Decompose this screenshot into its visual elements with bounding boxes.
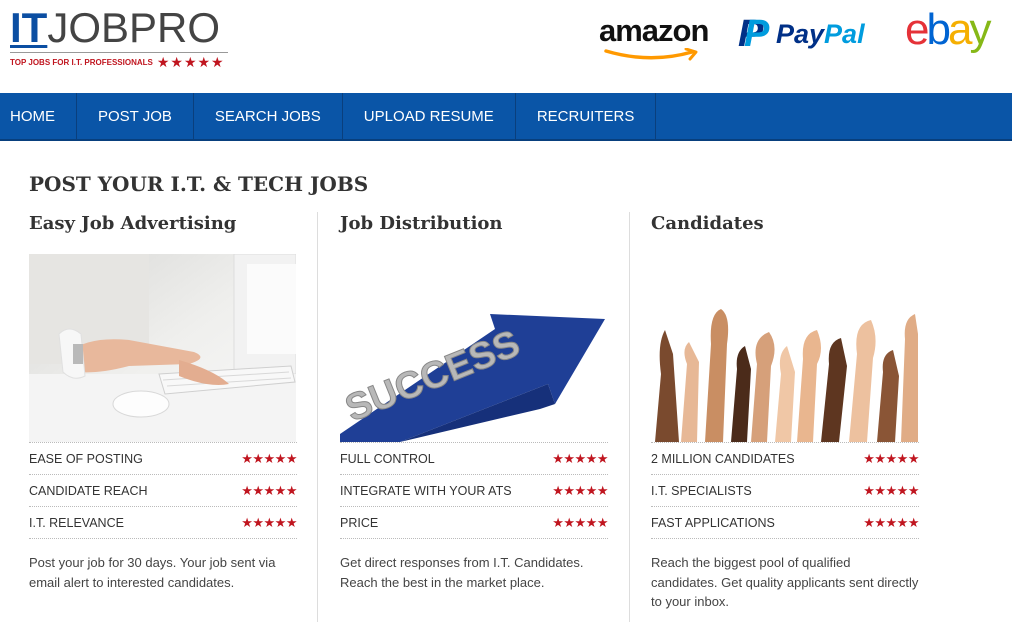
site-logo[interactable]: ITJOBPRO TOP JOBS FOR I.T. PROFESSIONALS… xyxy=(10,6,228,70)
rating-stars-icon: ★★★★★ xyxy=(863,514,919,530)
feature-list: FULL CONTROL ★★★★★ INTEGRATE WITH YOUR AT… xyxy=(340,442,608,538)
paypal-logo[interactable]: PP PayPal xyxy=(738,15,865,53)
feature-label: PRICE xyxy=(340,515,379,530)
logo-tagline: TOP JOBS FOR I.T. PROFESSIONALS xyxy=(10,57,153,67)
nav-recruiters-label: RECRUITERS xyxy=(536,107,635,125)
paypal-mark-icon: PP xyxy=(738,13,770,55)
rating-stars-icon: ★★★★★ xyxy=(241,482,297,498)
rating-stars-icon: ★★★★★ xyxy=(552,482,608,498)
logo-wordmark: ITJOBPRO xyxy=(10,6,228,50)
nav-search-jobs-label: SEARCH JOBS xyxy=(214,107,321,125)
column-description: Reach the biggest pool of qualified cand… xyxy=(651,538,919,612)
feature-list: 2 MILLION CANDIDATES ★★★★★ I.T. SPECIALIS… xyxy=(651,442,919,538)
feature-label: 2 MILLION CANDIDATES xyxy=(651,451,795,466)
column-description: Get direct responses from I.T. Candidate… xyxy=(340,538,608,592)
logo-tagline-row: TOP JOBS FOR I.T. PROFESSIONALS ★★★★★ xyxy=(10,54,228,70)
feature-row: 2 MILLION CANDIDATES ★★★★★ xyxy=(651,442,919,474)
feature-column-advertising: Easy Job Advertising EASE OF POSTING ★★★★… xyxy=(29,210,297,592)
ebay-logo[interactable]: ebay xyxy=(905,5,991,54)
logo-divider xyxy=(10,52,228,53)
ebay-letter-b: b xyxy=(926,5,951,54)
rating-stars-icon: ★★★★★ xyxy=(552,514,608,530)
rating-stars-icon: ★★★★★ xyxy=(241,450,297,466)
feature-row: I.T. RELEVANCE ★★★★★ xyxy=(29,506,297,538)
ebay-letter-a: a xyxy=(947,5,973,54)
main-nav: HOME POST JOB SEARCH JOBS UPLOAD RESUME … xyxy=(0,93,1012,141)
feature-column-candidates: Candidates 2 MILLION CANDIDATES ★★★★★ I.T… xyxy=(651,210,919,612)
feature-row: PRICE ★★★★★ xyxy=(340,506,608,538)
feature-label: FULL CONTROL xyxy=(340,451,435,466)
column-divider xyxy=(629,212,630,622)
logo-it: IT xyxy=(10,4,48,51)
column-title: Candidates xyxy=(651,213,764,234)
typing-hands-image xyxy=(29,254,296,442)
paypal-wordmark: PayPal xyxy=(776,18,865,49)
feature-row: EASE OF POSTING ★★★★★ xyxy=(29,442,297,474)
feature-list: EASE OF POSTING ★★★★★ CANDIDATE REACH ★★★★… xyxy=(29,442,297,538)
nav-search-jobs[interactable]: SEARCH JOBS xyxy=(194,93,343,139)
column-title: Easy Job Advertising xyxy=(29,213,237,234)
nav-post-job-label: POST JOB xyxy=(98,107,172,125)
nav-post-job[interactable]: POST JOB xyxy=(77,93,194,139)
rating-stars-icon: ★★★★★ xyxy=(241,514,297,530)
column-description: Post your job for 30 days. Your job sent… xyxy=(29,538,297,592)
amazon-smile-icon xyxy=(604,48,698,61)
logo-jobpro: JOBPRO xyxy=(47,4,221,51)
success-arrow-image: SUCCESS xyxy=(340,254,607,442)
feature-label: FAST APPLICATIONS xyxy=(651,515,775,530)
feature-label: I.T. RELEVANCE xyxy=(29,515,124,530)
nav-recruiters[interactable]: RECRUITERS xyxy=(516,93,657,139)
page-title: POST YOUR I.T. & TECH JOBS xyxy=(29,172,369,196)
nav-upload-resume[interactable]: UPLOAD RESUME xyxy=(343,93,516,139)
feature-label: I.T. SPECIALISTS xyxy=(651,483,752,498)
feature-label: INTEGRATE WITH YOUR ATS xyxy=(340,483,512,498)
column-divider xyxy=(317,212,318,622)
column-title: Job Distribution xyxy=(340,213,503,234)
logo-stars-icon: ★★★★★ xyxy=(156,54,225,70)
nav-home-label: HOME xyxy=(10,107,55,125)
raised-hands-image xyxy=(651,254,918,442)
nav-home[interactable]: HOME xyxy=(0,93,77,139)
feature-row: INTEGRATE WITH YOUR ATS ★★★★★ xyxy=(340,474,608,506)
feature-label: CANDIDATE REACH xyxy=(29,483,148,498)
site-header: ITJOBPRO TOP JOBS FOR I.T. PROFESSIONALS… xyxy=(0,0,1012,93)
ebay-letter-y: y xyxy=(969,5,991,54)
amazon-wordmark: amazon xyxy=(599,13,709,48)
rating-stars-icon: ★★★★★ xyxy=(863,450,919,466)
feature-row: FAST APPLICATIONS ★★★★★ xyxy=(651,506,919,538)
nav-upload-resume-label: UPLOAD RESUME xyxy=(363,107,494,125)
ebay-letter-e: e xyxy=(905,5,930,54)
feature-label: EASE OF POSTING xyxy=(29,451,143,466)
feature-row: I.T. SPECIALISTS ★★★★★ xyxy=(651,474,919,506)
feature-row: CANDIDATE REACH ★★★★★ xyxy=(29,474,297,506)
feature-row: FULL CONTROL ★★★★★ xyxy=(340,442,608,474)
feature-column-distribution: Job Distribution SUCCESS FULL CONTROL ★★★… xyxy=(340,210,608,592)
rating-stars-icon: ★★★★★ xyxy=(863,482,919,498)
rating-stars-icon: ★★★★★ xyxy=(552,450,608,466)
